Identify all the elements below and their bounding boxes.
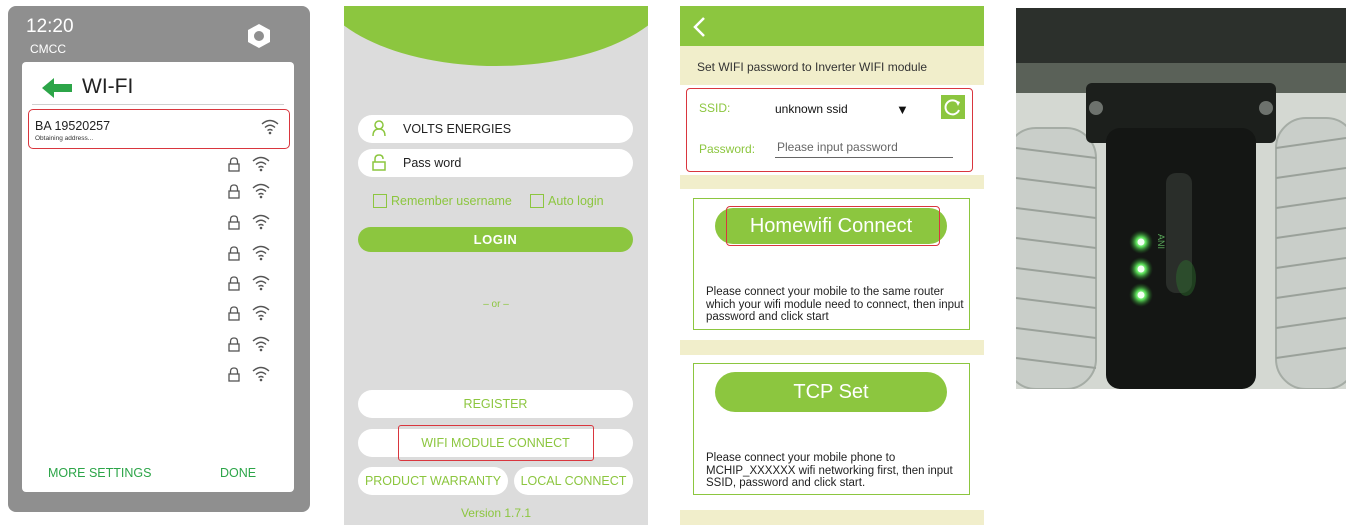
- network-row[interactable]: [222, 273, 282, 295]
- refresh-button[interactable]: [941, 95, 965, 119]
- done-button[interactable]: DONE: [220, 466, 256, 480]
- lock-icon: [228, 184, 240, 199]
- password-label: Password:: [699, 142, 756, 156]
- lock-icon: [228, 306, 240, 321]
- selected-network-row[interactable]: BA 19520257 Obtaining address...: [28, 109, 290, 149]
- lock-icon: [228, 215, 240, 230]
- auto-login-label: Auto login: [548, 194, 604, 208]
- hexagon-icon[interactable]: [248, 24, 270, 48]
- back-chevron-icon[interactable]: [692, 16, 706, 38]
- lock-icon: [228, 276, 240, 291]
- checkbox-box: [530, 194, 544, 208]
- product-warranty-button[interactable]: PRODUCT WARRANTY: [358, 467, 508, 495]
- lock-icon: [228, 367, 240, 382]
- wifi-icon: [252, 245, 270, 261]
- inverter-wifi-module-photo: ANI: [1016, 8, 1346, 389]
- wifi-icon: [252, 156, 270, 172]
- username-value: VOLTS ENERGIES: [403, 122, 512, 136]
- wifi-card: WI-FI BA 19520257 Obtaining address... M…: [22, 62, 294, 492]
- tcp-description: Please connect your mobile phone to MCHI…: [706, 452, 953, 489]
- lock-icon: [228, 157, 240, 172]
- wifi-icon: [252, 305, 270, 321]
- instruction-text: Set WIFI password to Inverter WIFI modul…: [697, 60, 928, 74]
- login-screen: VOLTS ENERGIES Pass word Remember userna…: [344, 6, 648, 525]
- local-connect-button[interactable]: LOCAL CONNECT: [514, 467, 633, 495]
- network-ssid: BA 19520257: [35, 119, 111, 133]
- network-row[interactable]: [222, 154, 282, 176]
- divider: [32, 104, 284, 105]
- remember-username-checkbox[interactable]: Remember username: [373, 194, 512, 208]
- checkbox-box: [373, 194, 387, 208]
- register-button[interactable]: REGISTER: [358, 390, 633, 418]
- lock-icon: [228, 246, 240, 261]
- device-photo: ANI: [1016, 8, 1346, 389]
- network-row[interactable]: [222, 181, 282, 203]
- password-input[interactable]: Please input password: [775, 140, 953, 158]
- username-field[interactable]: VOLTS ENERGIES: [358, 115, 633, 143]
- header-bar: [680, 6, 984, 46]
- user-icon: [372, 120, 386, 137]
- login-button[interactable]: LOGIN: [358, 227, 633, 252]
- password-value: Pass word: [403, 156, 462, 170]
- version-label: Version 1.7.1: [460, 506, 532, 520]
- network-row[interactable]: [222, 243, 282, 265]
- ssid-select[interactable]: unknown ssid: [775, 102, 848, 116]
- header-arc: [344, 6, 648, 66]
- wifi-icon: [252, 336, 270, 352]
- wifi-icon: [252, 183, 270, 199]
- status-clock: 12:20: [26, 16, 74, 37]
- inverter-wifi-settings-screen: Set WIFI password to Inverter WIFI modul…: [680, 6, 984, 525]
- wifi-settings-screen: 12:20 CMCC WI-FI BA 19520257 Obtaining a…: [8, 6, 310, 512]
- network-row[interactable]: [222, 334, 282, 356]
- network-row[interactable]: [222, 212, 282, 234]
- password-field[interactable]: Pass word: [358, 149, 633, 177]
- wifi-icon: [252, 366, 270, 382]
- refresh-icon: [944, 99, 960, 116]
- more-settings-button[interactable]: MORE SETTINGS: [48, 466, 151, 480]
- tcp-set-button[interactable]: TCP Set: [715, 372, 947, 412]
- carrier-name: CMCC: [30, 42, 66, 56]
- homewifi-description: Please connect your mobile to the same r…: [706, 286, 964, 323]
- wifi-icon: [261, 119, 279, 135]
- wifi-icon: [252, 214, 270, 230]
- device-label: ANI: [1156, 234, 1166, 249]
- auto-login-checkbox[interactable]: Auto login: [530, 194, 604, 208]
- lock-icon: [372, 154, 386, 171]
- page-title: WI-FI: [82, 75, 134, 98]
- ssid-label: SSID:: [699, 101, 731, 115]
- highlight-box: [398, 425, 594, 461]
- back-arrow-icon[interactable]: [42, 78, 72, 98]
- lock-icon: [228, 337, 240, 352]
- highlight-box: [726, 206, 940, 246]
- remember-username-label: Remember username: [391, 194, 512, 208]
- chevron-down-icon[interactable]: ▼: [896, 102, 909, 117]
- wifi-icon: [252, 275, 270, 291]
- or-separator: – or –: [483, 299, 509, 310]
- network-row[interactable]: [222, 303, 282, 325]
- network-status: Obtaining address...: [35, 135, 94, 142]
- network-row[interactable]: [222, 364, 282, 386]
